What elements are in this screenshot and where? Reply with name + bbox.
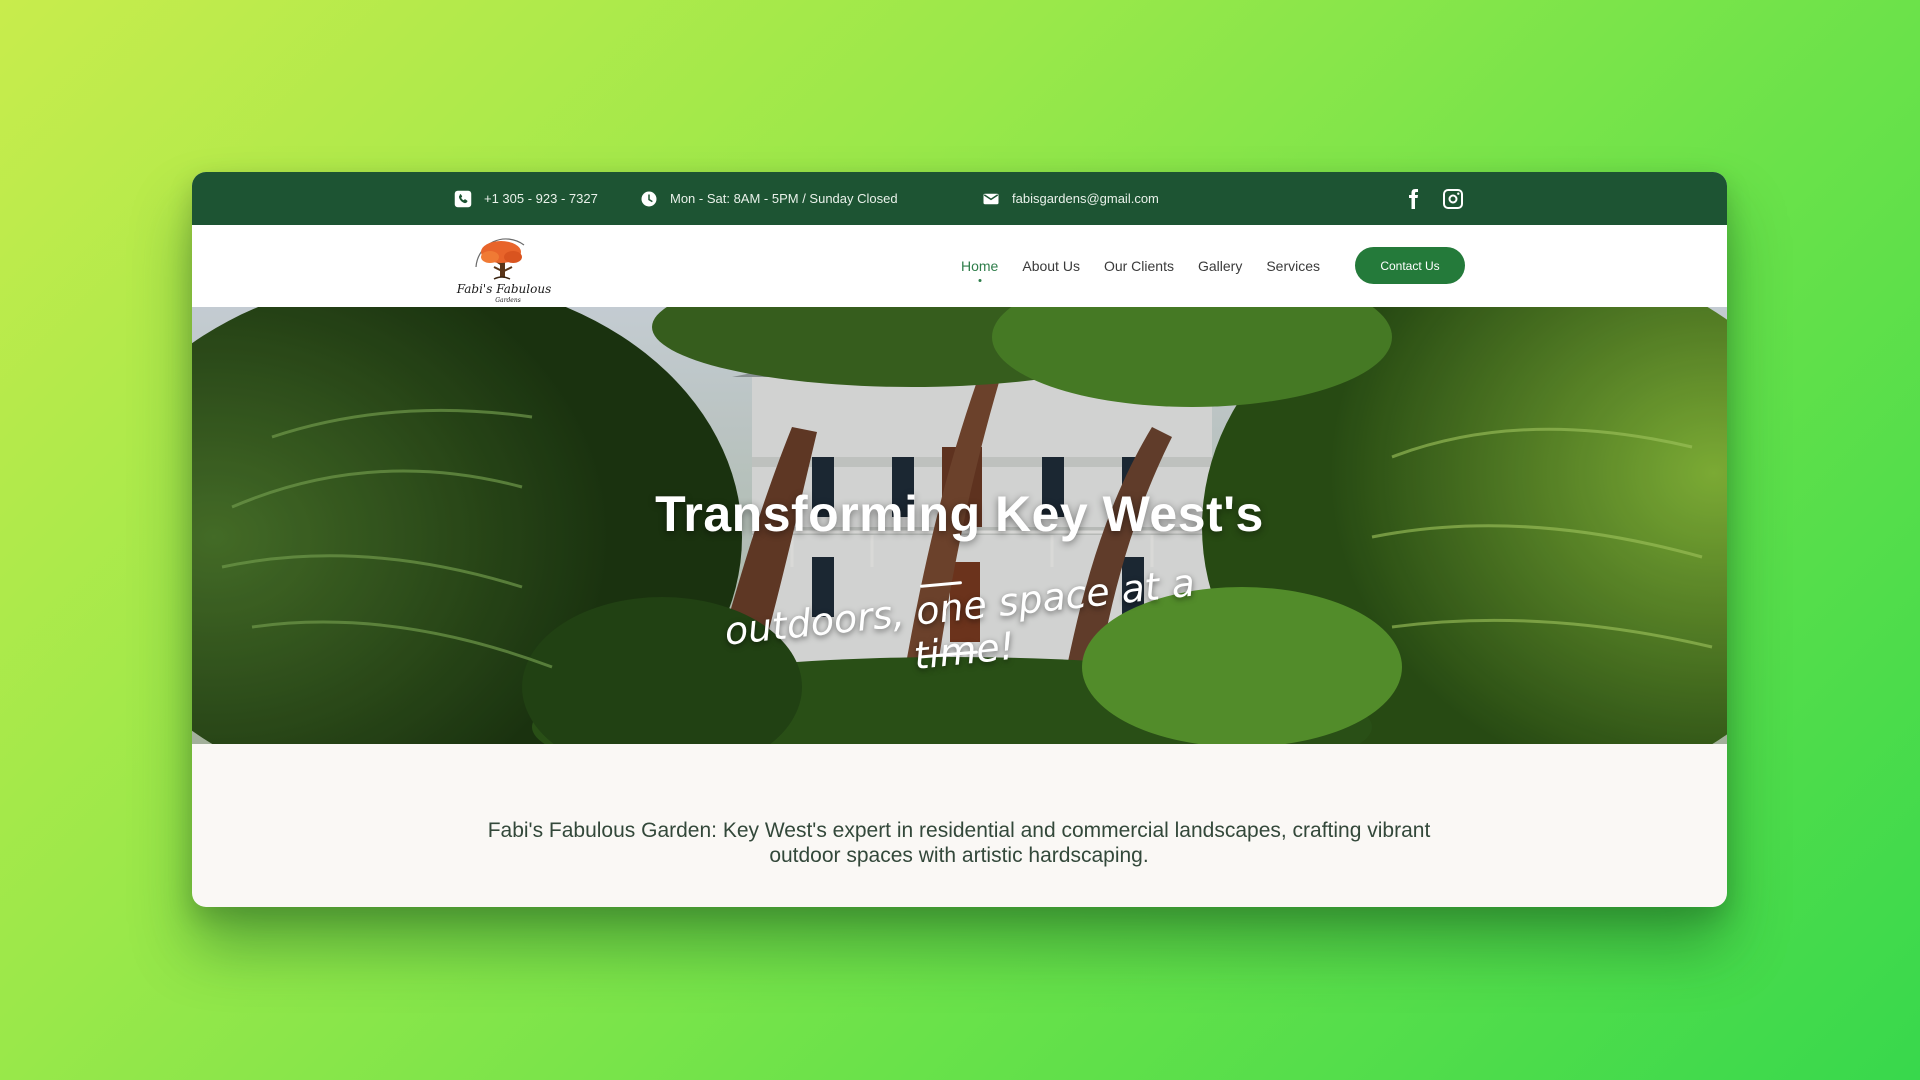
phone-icon: [454, 190, 472, 208]
phone-number: +1 305 - 923 - 7327: [484, 191, 598, 206]
nav-about-us[interactable]: About Us: [1022, 258, 1080, 274]
nav-menu: Home About Us Our Clients Gallery Servic…: [961, 225, 1320, 307]
logo-subtext: Gardens: [495, 297, 521, 304]
hours-info: Mon - Sat: 8AM - 5PM / Sunday Closed: [640, 172, 898, 225]
email-address: fabisgardens@gmail.com: [1012, 191, 1159, 206]
nav-services[interactable]: Services: [1266, 258, 1320, 274]
nav-home[interactable]: Home: [961, 258, 998, 274]
nav-gallery[interactable]: Gallery: [1198, 258, 1242, 274]
instagram-icon[interactable]: [1441, 187, 1465, 211]
browser-window: +1 305 - 923 - 7327 Mon - Sat: 8AM - 5PM…: [192, 172, 1727, 907]
hero-banner: Transforming Key West's outdoors, one sp…: [192, 307, 1727, 744]
social-links: [1401, 172, 1465, 225]
mail-icon: [982, 190, 1000, 208]
intro-text: Fabi's Fabulous Garden: Key West's exper…: [487, 819, 1431, 867]
site-logo[interactable]: Fabi's Fabulous Gardens: [454, 227, 554, 305]
clock-icon: [640, 190, 658, 208]
phone-info[interactable]: +1 305 - 923 - 7327: [454, 172, 598, 225]
facebook-icon[interactable]: [1401, 187, 1425, 211]
main-navigation: Fabi's Fabulous Gardens Home About Us Ou…: [192, 225, 1727, 307]
nav-our-clients[interactable]: Our Clients: [1104, 258, 1174, 274]
hero-title: Transforming Key West's: [655, 486, 1264, 542]
contact-info-bar: +1 305 - 923 - 7327 Mon - Sat: 8AM - 5PM…: [192, 172, 1727, 225]
logo-text: Fabi's Fabulous: [456, 282, 551, 296]
email-info[interactable]: fabisgardens@gmail.com: [982, 172, 1159, 225]
contact-us-button[interactable]: Contact Us: [1355, 247, 1465, 284]
business-hours: Mon - Sat: 8AM - 5PM / Sunday Closed: [670, 191, 898, 206]
